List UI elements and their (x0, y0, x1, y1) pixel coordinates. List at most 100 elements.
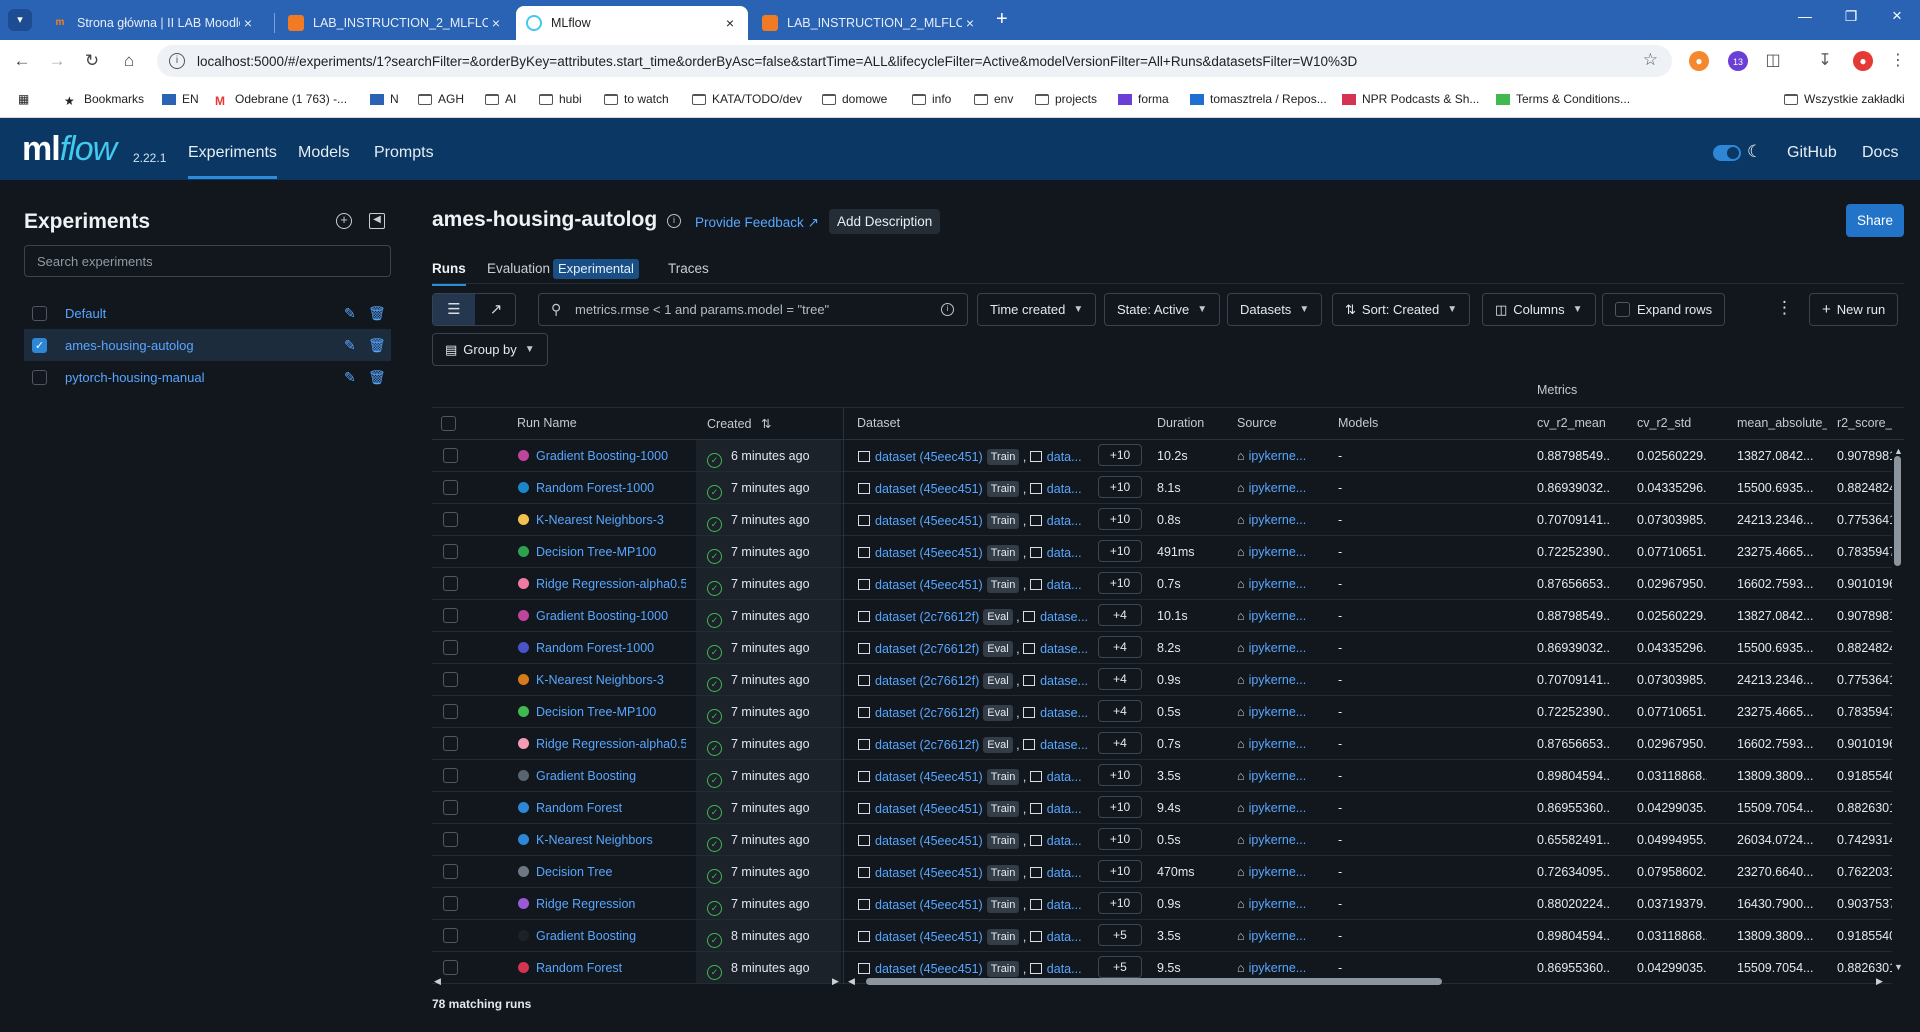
edit-pencil-icon[interactable]: ✎ (344, 369, 356, 386)
run-name-link[interactable]: Random Forest (536, 801, 686, 815)
run-name-link[interactable]: K-Nearest Neighbors (536, 833, 686, 847)
run-name-link[interactable]: Gradient Boosting (536, 929, 686, 943)
source-link[interactable]: ipykerne... (1249, 545, 1307, 559)
dataset-link[interactable]: dataset (45eec451) (875, 450, 983, 464)
header-duration[interactable]: Duration (1157, 416, 1204, 430)
row-checkbox[interactable] (443, 960, 458, 975)
horizontal-scroll-thumb[interactable] (866, 978, 1442, 985)
tab-traces[interactable]: Traces (668, 261, 709, 276)
dataset-link[interactable]: dataset (45eec451) (875, 770, 983, 784)
row-checkbox[interactable] (443, 576, 458, 591)
bookmark-folder[interactable]: domowe (822, 92, 887, 106)
experiment-checkbox[interactable] (32, 369, 47, 385)
expand-rows-checkbox[interactable] (1615, 302, 1630, 317)
run-name-link[interactable]: Gradient Boosting-1000 (536, 609, 686, 623)
dataset-link[interactable]: dataset (45eec451) (875, 898, 983, 912)
source-link[interactable]: ipykerne... (1249, 673, 1307, 687)
run-color-dot[interactable] (518, 866, 529, 877)
run-name-link[interactable]: Gradient Boosting (536, 769, 686, 783)
row-checkbox[interactable] (443, 928, 458, 943)
dataset-link-secondary[interactable]: data... (1047, 866, 1082, 880)
dataset-link-secondary[interactable]: data... (1047, 930, 1082, 944)
bookmark-item[interactable]: EN (162, 92, 199, 106)
experiment-info-icon[interactable]: i (667, 214, 681, 228)
more-datasets-button[interactable]: +10 (1098, 796, 1142, 818)
run-color-dot[interactable] (518, 898, 529, 909)
source-link[interactable]: ipykerne... (1249, 737, 1307, 751)
dataset-link[interactable]: dataset (45eec451) (875, 514, 983, 528)
site-info-icon[interactable]: i (169, 53, 185, 69)
bookmark-folder[interactable]: AI (485, 92, 516, 106)
bookmark-item[interactable]: ★ Bookmarks (64, 92, 144, 108)
run-name-link[interactable]: Ridge Regression (536, 897, 686, 911)
profile-avatar-icon[interactable]: ● (1853, 51, 1873, 71)
search-experiments-input[interactable] (24, 245, 391, 277)
header-cv-r2-std[interactable]: cv_r2_std (1637, 416, 1691, 430)
scroll-left-arrow-icon[interactable]: ◀ (848, 976, 855, 987)
mlflow-logo[interactable]: mlflow (22, 130, 117, 169)
run-name-link[interactable]: Ridge Regression-alpha0.5 (536, 737, 686, 751)
table-row[interactable]: Decision Tree ✓ 7 minutes ago dataset (45ee… (432, 856, 1892, 888)
more-datasets-button[interactable]: +10 (1098, 892, 1142, 914)
run-color-dot[interactable] (518, 514, 529, 525)
source-cell[interactable]: ⌂ ipykerne... (1237, 513, 1317, 527)
table-row[interactable]: Decision Tree-MP100 ✓ 7 minutes ago dataset… (432, 696, 1892, 728)
scroll-right-arrow-icon[interactable]: ▶ (1876, 976, 1883, 987)
bookmark-item[interactable]: forma (1118, 92, 1169, 106)
extension-purple-icon[interactable]: 13 (1728, 51, 1748, 71)
source-cell[interactable]: ⌂ ipykerne... (1237, 481, 1317, 495)
back-arrow-icon[interactable]: ← (10, 50, 34, 72)
dataset-link[interactable]: dataset (2c76612f) (875, 738, 979, 752)
header-source[interactable]: Source (1237, 416, 1277, 430)
dataset-link[interactable]: dataset (45eec451) (875, 546, 983, 560)
row-checkbox[interactable] (443, 480, 458, 495)
row-checkbox[interactable] (443, 736, 458, 751)
run-name-link[interactable]: Random Forest (536, 961, 686, 975)
dataset-link-secondary[interactable]: datase... (1040, 738, 1088, 752)
select-all-checkbox[interactable] (441, 416, 456, 431)
run-color-dot[interactable] (518, 546, 529, 557)
browser-tab-mlflow[interactable]: MLflow × (516, 6, 748, 40)
row-checkbox[interactable] (443, 512, 458, 527)
bookmark-item[interactable]: N (370, 92, 399, 106)
more-datasets-button[interactable]: +10 (1098, 828, 1142, 850)
sort-dropdown[interactable]: ⇅ Sort: Created ▼ (1332, 293, 1471, 326)
datasets-dropdown[interactable]: Datasets ▼ (1227, 293, 1323, 326)
browser-tab-lab-instruction-2[interactable]: LAB_INSTRUCTION_2_MLFLOW × (752, 6, 988, 40)
header-mean-absolute[interactable]: mean_absolute_ (1737, 416, 1827, 430)
run-name-link[interactable]: Random Forest-1000 (536, 481, 686, 495)
header-models[interactable]: Models (1338, 416, 1378, 430)
table-row[interactable]: Ridge Regression-alpha0.5 ✓ 7 minutes ago d… (432, 728, 1892, 760)
experiment-label[interactable]: Default (65, 306, 106, 321)
table-row[interactable]: Decision Tree-MP100 ✓ 7 minutes ago dataset… (432, 536, 1892, 568)
bookmark-folder[interactable]: hubi (539, 92, 582, 106)
run-color-dot[interactable] (518, 610, 529, 621)
dataset-link-secondary[interactable]: data... (1047, 450, 1082, 464)
close-tab-icon[interactable]: × (962, 15, 978, 31)
tab-evaluation[interactable]: Evaluation (487, 261, 550, 276)
minimize-icon[interactable]: — (1790, 8, 1820, 24)
group-by-dropdown[interactable]: ▤ Group by ▼ (432, 333, 548, 366)
run-color-dot[interactable] (518, 738, 529, 749)
table-row[interactable]: K-Nearest Neighbors-3 ✓ 7 minutes ago datas… (432, 504, 1892, 536)
source-link[interactable]: ipykerne... (1249, 577, 1307, 591)
delete-trash-icon[interactable]: 🗑 (368, 369, 386, 386)
scroll-right-arrow-icon[interactable]: ▶ (832, 976, 839, 987)
run-color-dot[interactable] (518, 674, 529, 685)
header-dataset[interactable]: Dataset (857, 416, 900, 430)
dataset-link[interactable]: dataset (2c76612f) (875, 642, 979, 656)
bookmark-folder[interactable]: projects (1035, 92, 1097, 106)
scroll-up-arrow-icon[interactable]: ▲ (1894, 446, 1903, 456)
row-checkbox[interactable] (443, 704, 458, 719)
dataset-link[interactable]: dataset (45eec451) (875, 802, 983, 816)
run-name-link[interactable]: Gradient Boosting-1000 (536, 449, 686, 463)
all-bookmarks[interactable]: Wszystkie zakładki (1784, 92, 1905, 106)
address-bar[interactable]: i localhost:5000/#/experiments/1?searchF… (157, 45, 1672, 77)
new-run-button[interactable]: + New run (1809, 293, 1899, 326)
source-cell[interactable]: ⌂ ipykerne... (1237, 577, 1317, 591)
more-datasets-button[interactable]: +10 (1098, 764, 1142, 786)
header-run-name[interactable]: Run Name (517, 416, 577, 430)
table-row[interactable]: Gradient Boosting-1000 ✓ 6 minutes ago data… (432, 440, 1892, 472)
more-datasets-button[interactable]: +10 (1098, 860, 1142, 882)
run-color-dot[interactable] (518, 802, 529, 813)
